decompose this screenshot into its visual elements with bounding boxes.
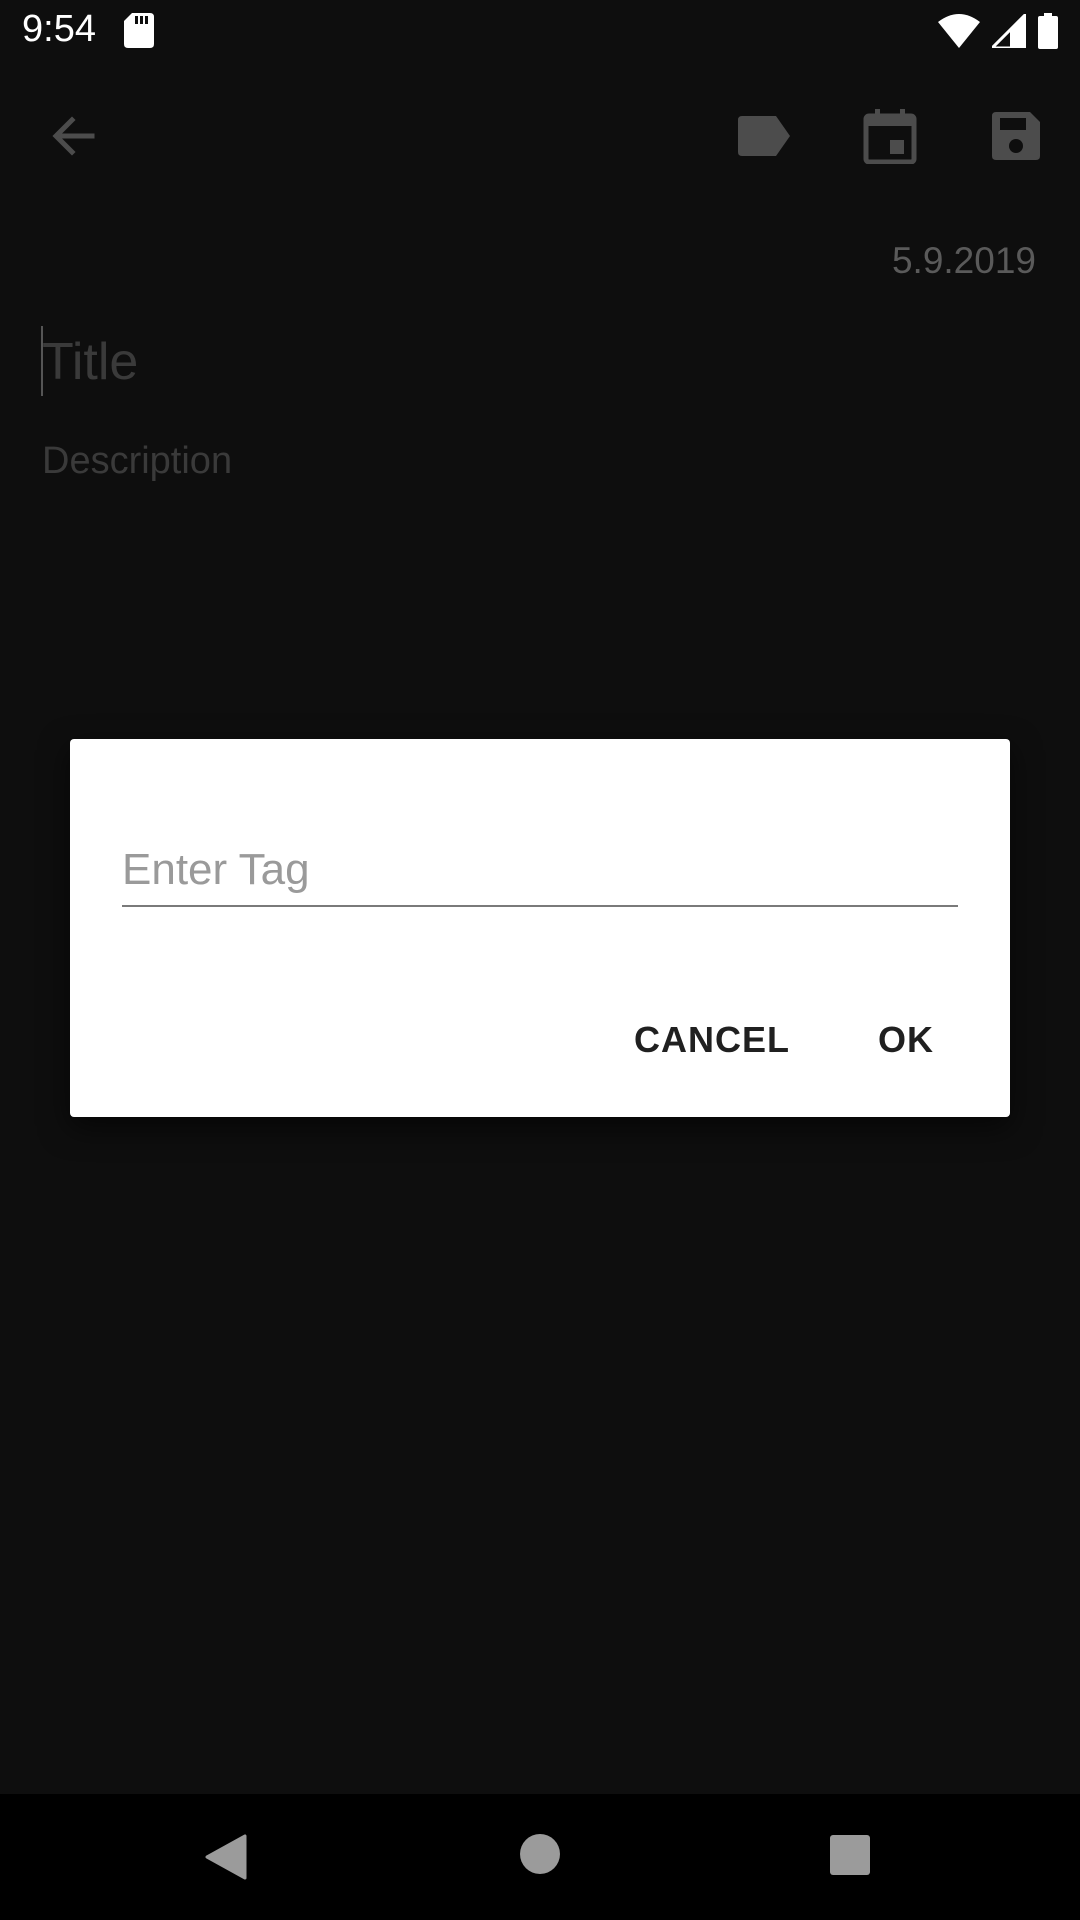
nav-recents-icon[interactable] [830, 1835, 870, 1875]
tag-input[interactable] [122, 835, 958, 907]
ok-button[interactable]: OK [854, 1009, 958, 1071]
wifi-icon [938, 14, 980, 48]
tag-dialog: CANCEL OK [70, 739, 1010, 1117]
dialog-actions: CANCEL OK [610, 1009, 958, 1071]
app-bar [0, 63, 1080, 209]
cancel-button[interactable]: CANCEL [610, 1009, 814, 1071]
tag-icon[interactable] [736, 108, 792, 164]
description-field[interactable]: Description [42, 440, 232, 483]
nav-back-icon[interactable] [205, 1834, 247, 1880]
battery-icon [1038, 13, 1058, 49]
note-date[interactable]: 5.9.2019 [892, 240, 1036, 282]
navigation-bar [0, 1794, 1080, 1920]
signal-icon [992, 14, 1026, 48]
sd-card-icon [124, 13, 154, 48]
status-time: 9:54 [22, 8, 96, 50]
status-bar: 9:54 [0, 0, 1080, 63]
screen: 9:54 5.9.2019 Title Description Enter Ta… [0, 0, 1080, 1920]
calendar-icon[interactable] [862, 108, 918, 164]
status-icons [938, 12, 1058, 50]
back-arrow-icon[interactable] [46, 108, 102, 164]
nav-home-icon[interactable] [520, 1834, 560, 1874]
title-field[interactable]: Title [42, 326, 942, 398]
save-icon[interactable] [988, 108, 1044, 164]
